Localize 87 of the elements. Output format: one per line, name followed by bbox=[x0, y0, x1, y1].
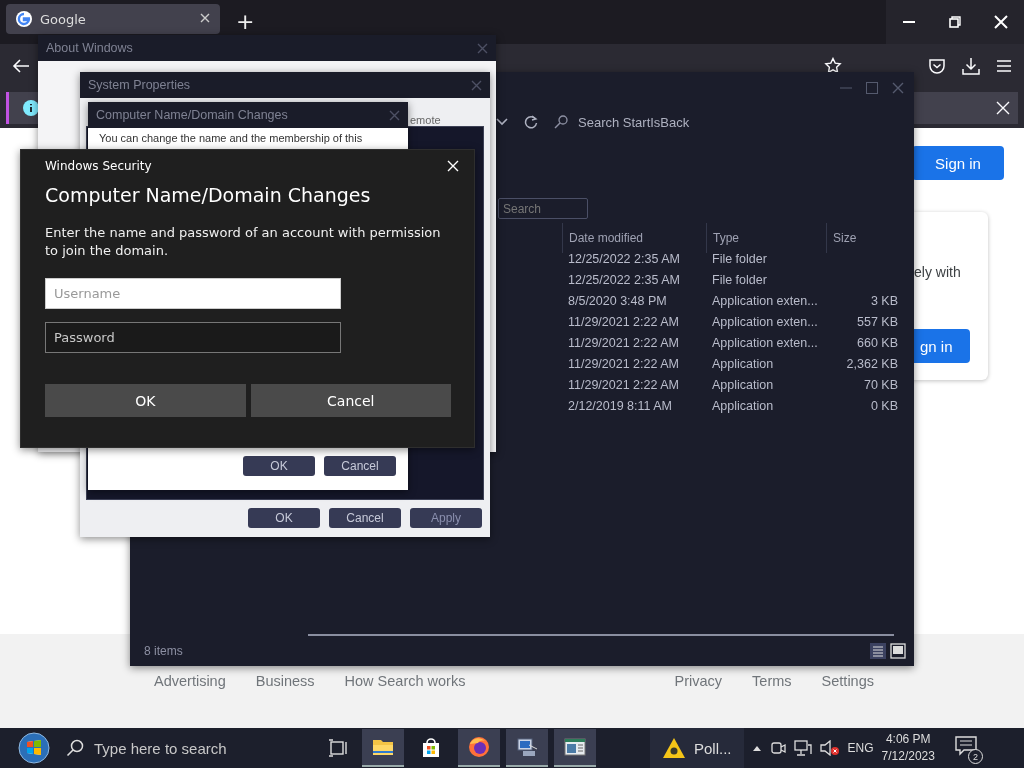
password-field[interactable]: Password bbox=[45, 322, 341, 353]
table-cell-text: Application bbox=[711, 377, 775, 392]
search-icon bbox=[66, 739, 84, 757]
notification-badge: 2 bbox=[967, 749, 983, 764]
dialog-button[interactable]: Cancel bbox=[324, 456, 396, 476]
footer-link[interactable]: Settings bbox=[821, 673, 874, 689]
column-header[interactable]: Date modified bbox=[562, 222, 706, 253]
search-icon bbox=[554, 115, 568, 129]
start-orb-icon[interactable] bbox=[18, 732, 50, 764]
table-cell-text: File folder bbox=[711, 272, 768, 287]
status-text: 8 items bbox=[144, 644, 183, 658]
tab-label[interactable]: emote bbox=[410, 114, 441, 126]
chevron-down-icon[interactable] bbox=[496, 118, 508, 126]
restore-icon[interactable] bbox=[949, 16, 961, 28]
download-icon[interactable] bbox=[962, 57, 980, 75]
computer-icon[interactable] bbox=[515, 735, 539, 759]
dialog-button[interactable]: Cancel bbox=[250, 384, 451, 417]
table-cell-text: 557 KB bbox=[856, 314, 899, 329]
window-icon[interactable] bbox=[563, 735, 587, 759]
table-cell-text: 2/12/2019 8:11 AM bbox=[567, 398, 674, 413]
scrollbar[interactable] bbox=[308, 634, 894, 636]
footer-link[interactable]: Privacy bbox=[674, 673, 723, 689]
table-cell-text: Application exten... bbox=[711, 314, 819, 329]
sign-in-button[interactable]: Sign in bbox=[912, 146, 1004, 180]
preview-view-icon[interactable] bbox=[890, 643, 906, 659]
footer-link[interactable]: How Search works bbox=[344, 673, 466, 689]
search-field[interactable]: Search bbox=[498, 198, 588, 219]
table-cell-text: File folder bbox=[711, 251, 768, 266]
fox-globe-icon[interactable] bbox=[467, 735, 491, 759]
footer-link[interactable]: Advertising bbox=[154, 673, 226, 689]
dialog-button[interactable]: Cancel bbox=[329, 508, 401, 528]
footer-link[interactable]: Business bbox=[255, 673, 315, 689]
globe-logo-icon bbox=[16, 11, 32, 27]
table-cell-text: 660 KB bbox=[856, 335, 899, 350]
language-indicator[interactable]: ENG bbox=[847, 741, 874, 755]
task-view-icon[interactable] bbox=[328, 739, 348, 757]
table-cell-text: Application bbox=[711, 398, 775, 413]
clock-time[interactable]: 4:06 PM bbox=[885, 731, 931, 748]
table-cell-text: 11/29/2021 2:22 AM bbox=[567, 314, 680, 329]
table-cell-text: 8/5/2020 3:48 PM bbox=[567, 293, 668, 308]
dialog-heading: Computer Name/Domain Changes bbox=[45, 184, 372, 206]
table-cell-text: 3 KB bbox=[869, 293, 899, 308]
table-cell-text: 70 KB bbox=[862, 377, 899, 392]
notification-icon[interactable] bbox=[954, 736, 977, 756]
table-cell-text: 0 KB bbox=[869, 398, 899, 413]
column-header[interactable]: Type bbox=[706, 222, 826, 253]
table-cell-text: 12/25/2022 2:35 AM bbox=[567, 251, 681, 266]
username-field[interactable]: Username bbox=[45, 278, 341, 309]
info-icon bbox=[23, 100, 39, 116]
search-field[interactable]: Search StartIsBack bbox=[578, 114, 690, 130]
sign-in-button[interactable]: gn in bbox=[914, 329, 970, 363]
table-cell-text: Application exten... bbox=[711, 335, 819, 350]
card-text: ely with bbox=[914, 264, 961, 280]
network-icon[interactable] bbox=[793, 740, 812, 756]
dialog-message: Enter the name and password of an account with permission to join the domain. bbox=[45, 224, 442, 260]
description-text: You can change the name and the membership of this bbox=[98, 131, 364, 144]
maximize-icon[interactable] bbox=[866, 82, 878, 94]
chevron-up-icon[interactable] bbox=[751, 744, 762, 752]
new-tab-button[interactable]: + bbox=[236, 11, 255, 33]
table-cell-text: 11/29/2021 2:22 AM bbox=[567, 335, 680, 350]
speaker-muted-icon[interactable] bbox=[819, 740, 840, 756]
pocket-icon[interactable] bbox=[928, 58, 946, 74]
column-header[interactable]: Size bbox=[826, 222, 906, 253]
dialog-caption: Windows Security bbox=[45, 159, 152, 173]
warning-triangle-icon bbox=[662, 737, 686, 759]
refresh-icon[interactable] bbox=[524, 115, 538, 129]
clock-date[interactable]: 7/12/2023 bbox=[881, 748, 935, 765]
close-icon bbox=[200, 13, 212, 25]
window-title: About Windows bbox=[46, 41, 133, 55]
window-title: Computer Name/Domain Changes bbox=[96, 108, 288, 122]
back-arrow-icon[interactable] bbox=[12, 58, 30, 74]
star-icon[interactable] bbox=[824, 57, 842, 75]
table-cell-text: Application exten... bbox=[711, 293, 819, 308]
table-cell-text: 11/29/2021 2:22 AM bbox=[567, 356, 680, 371]
browser-tab[interactable]: Google bbox=[6, 4, 220, 34]
footer-link[interactable]: Terms bbox=[752, 673, 792, 689]
table-cell-text: 11/29/2021 2:22 AM bbox=[567, 377, 680, 392]
table-cell-text: Application bbox=[711, 356, 775, 371]
taskbar-app-button[interactable]: Poll... bbox=[650, 728, 744, 768]
dialog-button[interactable]: OK bbox=[243, 456, 315, 476]
taskbar-search-field[interactable]: Type here to search bbox=[94, 739, 227, 757]
dialog-button[interactable]: OK bbox=[248, 508, 320, 528]
dialog-button[interactable]: OK bbox=[45, 384, 246, 417]
table-cell-text: 12/25/2022 2:35 AM bbox=[567, 272, 681, 287]
menu-icon[interactable] bbox=[996, 59, 1012, 73]
table-cell-text: 2,362 KB bbox=[845, 356, 899, 371]
window-title: System Properties bbox=[88, 78, 191, 92]
